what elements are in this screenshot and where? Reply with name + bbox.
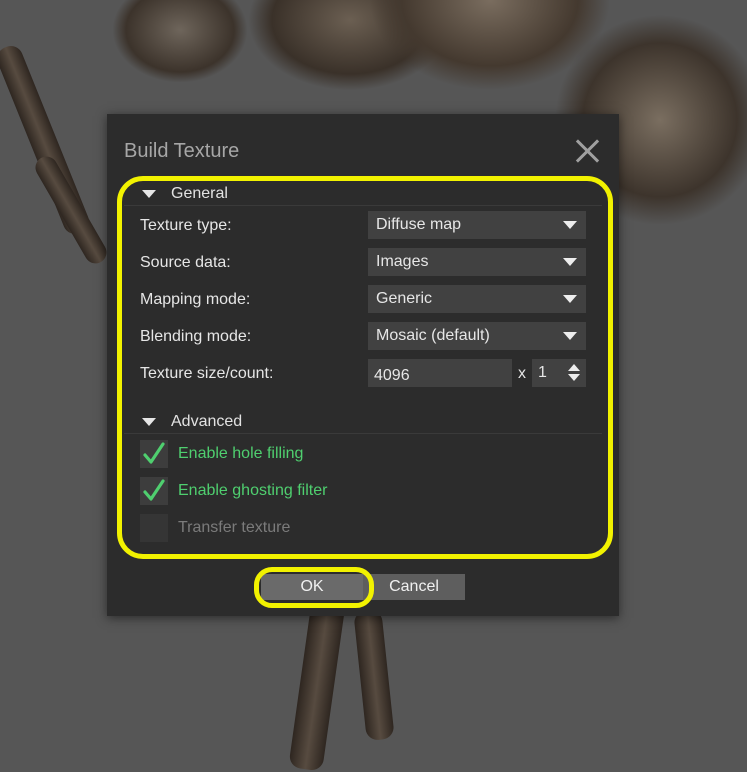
ok-button[interactable]: OK: [261, 574, 363, 600]
blending-mode-label: Blending mode:: [140, 328, 252, 345]
collapse-triangle-icon: [142, 418, 156, 426]
blending-mode-dropdown[interactable]: Mosaic (default): [368, 322, 586, 350]
source-data-label: Source data:: [140, 254, 231, 271]
close-icon[interactable]: [571, 134, 605, 168]
ghosting-filter-checkbox[interactable]: [140, 477, 168, 505]
model-branch: [288, 598, 346, 772]
texture-count-value: 1: [538, 364, 547, 381]
section-advanced-label: Advanced: [171, 413, 243, 430]
chevron-down-icon: [563, 258, 577, 266]
hole-filling-checkbox[interactable]: [140, 440, 168, 468]
source-data-value: Images: [376, 253, 429, 270]
mapping-mode-dropdown[interactable]: Generic: [368, 285, 586, 313]
blending-mode-value: Mosaic (default): [376, 327, 490, 344]
mapping-mode-value: Generic: [376, 290, 433, 307]
texture-type-dropdown[interactable]: Diffuse map: [368, 211, 586, 239]
collapse-triangle-icon: [142, 190, 156, 198]
chevron-down-icon: [563, 295, 577, 303]
texture-type-label: Texture type:: [140, 217, 232, 234]
spin-down-icon[interactable]: [568, 374, 580, 381]
checkmark-icon: [143, 479, 165, 501]
mapping-mode-label: Mapping mode:: [140, 291, 251, 308]
chevron-down-icon: [563, 332, 577, 340]
transfer-texture-label: Transfer texture: [178, 519, 291, 536]
texture-size-input[interactable]: [368, 359, 512, 387]
dialog-title: Build Texture: [124, 140, 240, 162]
spin-up-icon[interactable]: [568, 364, 580, 371]
checkmark-icon: [143, 442, 165, 464]
build-texture-dialog: Build Texture General Texture type: Diff…: [107, 114, 619, 616]
texture-count-spinbox[interactable]: 1: [532, 359, 586, 387]
transfer-texture-checkbox: [140, 514, 168, 542]
section-general-header[interactable]: General: [124, 185, 602, 206]
source-data-dropdown[interactable]: Images: [368, 248, 586, 276]
size-count-separator: x: [518, 365, 526, 382]
model-branch: [353, 608, 395, 742]
cancel-button[interactable]: Cancel: [363, 574, 465, 600]
texture-size-label: Texture size/count:: [140, 365, 274, 382]
section-advanced-header[interactable]: Advanced: [124, 413, 602, 434]
section-general-label: General: [171, 185, 228, 202]
ghosting-filter-label: Enable ghosting filter: [178, 482, 328, 499]
hole-filling-label: Enable hole filling: [178, 445, 304, 462]
chevron-down-icon: [563, 221, 577, 229]
texture-type-value: Diffuse map: [376, 216, 462, 233]
